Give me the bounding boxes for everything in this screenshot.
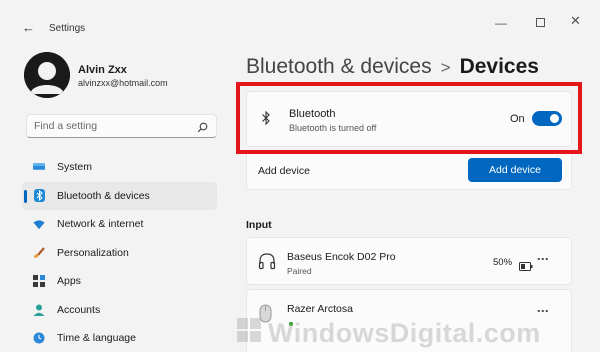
minimize-icon[interactable]: —: [495, 16, 507, 30]
device-name: Baseus Encok D02 Pro: [287, 251, 396, 263]
person-icon: [33, 304, 45, 316]
add-device-label: Add device: [258, 165, 310, 177]
globe-clock-icon: [33, 332, 45, 344]
headphones-icon: [258, 252, 276, 275]
maximize-icon[interactable]: [536, 18, 545, 27]
device-status: Paired: [287, 266, 312, 276]
user-email: alvinzxx@hotmail.com: [78, 78, 168, 88]
apps-icon: [33, 275, 45, 288]
page-title: Devices: [459, 55, 539, 78]
sidebar-item-label: Bluetooth & devices: [57, 189, 150, 202]
sidebar-item-apps[interactable]: Apps: [22, 267, 217, 296]
title-bar: ← Settings — ✕: [0, 0, 600, 38]
sidebar-item-bluetooth-devices[interactable]: Bluetooth & devices: [22, 181, 217, 210]
user-name: Alvin Zxx: [78, 64, 127, 76]
sidebar-item-label: Personalization: [57, 246, 129, 259]
sidebar-item-system[interactable]: System: [22, 153, 217, 182]
monitor-icon: [33, 161, 45, 173]
more-options-icon[interactable]: ⋮: [536, 305, 550, 317]
brush-icon: [33, 247, 45, 259]
sidebar-item-accounts[interactable]: Accounts: [22, 296, 217, 325]
close-icon[interactable]: ✕: [570, 13, 581, 29]
search-icon[interactable]: [197, 120, 208, 138]
battery-icon: [519, 258, 533, 276]
device-card[interactable]: Baseus Encok D02 Pro Paired 50% ⋮: [246, 237, 572, 285]
device-name: Razer Arctosa: [287, 303, 353, 315]
sidebar-item-label: Accounts: [57, 303, 101, 316]
sidebar-item-label: Apps: [57, 275, 81, 288]
sidebar-item-personalization[interactable]: Personalization: [22, 239, 217, 268]
watermark: WindowsDigital.com: [268, 318, 541, 348]
breadcrumb-parent[interactable]: Bluetooth & devices: [246, 55, 432, 78]
arrow-left-icon[interactable]: ←: [22, 21, 35, 34]
sidebar-nav: System Bluetooth & devices Network & int…: [22, 153, 217, 352]
sidebar-item-time-language[interactable]: Time & language: [22, 324, 217, 352]
add-device-card: Add device Add device: [246, 150, 572, 190]
chevron-right-icon: >: [440, 58, 451, 77]
breadcrumb: Bluetooth & devices > Devices: [246, 55, 539, 79]
sidebar-item-network[interactable]: Network & internet: [22, 210, 217, 239]
bluetooth-icon: [33, 189, 45, 203]
sidebar-item-label: Network & internet: [57, 218, 144, 231]
search-box[interactable]: [26, 114, 217, 138]
search-input[interactable]: [27, 115, 187, 137]
app-title: Settings: [49, 23, 86, 34]
add-device-button[interactable]: Add device: [468, 158, 562, 182]
battery-level: 50%: [493, 257, 513, 268]
sidebar-item-label: System: [57, 161, 93, 174]
more-options-icon[interactable]: ⋮: [536, 253, 550, 265]
wifi-icon: [33, 218, 45, 230]
highlight-box: [236, 82, 582, 154]
sidebar-item-label: Time & language: [57, 332, 136, 345]
watermark-logo-icon: [236, 317, 262, 348]
section-title-input: Input: [246, 219, 272, 231]
avatar[interactable]: [24, 52, 70, 98]
